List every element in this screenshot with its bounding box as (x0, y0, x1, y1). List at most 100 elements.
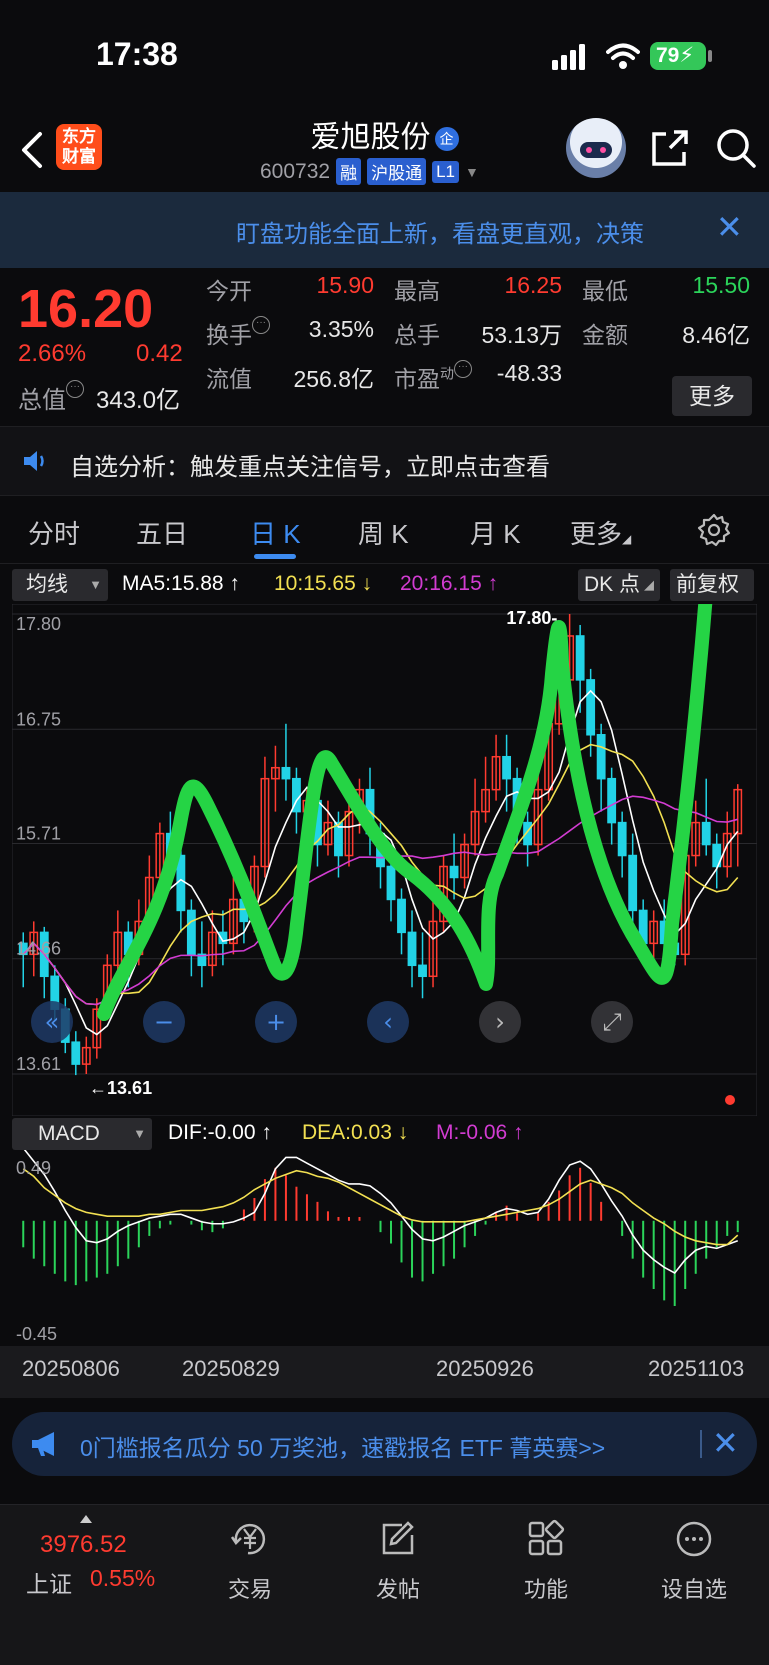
pe-dynamic-sup: 动 (440, 365, 454, 382)
stock-code-row[interactable]: 600732 融 沪股通 L1 ▼ (260, 158, 479, 185)
candle-body (607, 777, 617, 824)
enterprise-badge: 企 (434, 127, 459, 152)
bottom-toolbar: 3976.52 上证 0.55% 交易 发帖 功能 设自选 (0, 1504, 769, 1665)
tag-level: L1 (432, 160, 459, 183)
quote-panel: 16.20 2.66% 0.42 总值··· 343.0亿 今开 15.90 最… (0, 268, 769, 418)
robot-assistant-icon[interactable] (566, 118, 626, 178)
dk-point-label: DK 点 (584, 573, 641, 596)
candle-body (407, 931, 417, 967)
macd-select-label: MACD (38, 1122, 100, 1145)
index-ticker[interactable]: 3976.52 上证 0.55% (0, 1505, 170, 1615)
max-price-label: 17.80- (506, 608, 557, 628)
open-value: 15.90 (316, 272, 374, 298)
adjust-button[interactable]: 前复权 (670, 569, 754, 601)
pe-value: -48.33 (496, 360, 562, 386)
high-value: 16.25 (504, 272, 562, 298)
gear-icon[interactable] (696, 512, 732, 548)
cellular-signal-icon (552, 44, 585, 70)
dif-value: DIF:-0.00 ↑ (168, 1121, 272, 1144)
promo-close-icon[interactable]: ✕ (712, 1424, 739, 1462)
tab-more[interactable]: 更多◢ (570, 514, 631, 551)
ma-select-label: 均线 (26, 573, 68, 596)
candle-body (71, 1041, 81, 1065)
info-icon[interactable]: ··· (252, 316, 270, 334)
functions-button[interactable]: 功能 (486, 1519, 606, 1604)
macd-top-tick: 0.49 (16, 1158, 51, 1178)
y-tick-label: 16.75 (16, 709, 61, 729)
candle-body (176, 854, 186, 912)
post-button[interactable]: 发帖 (338, 1519, 458, 1604)
info-icon[interactable]: ··· (454, 360, 472, 378)
macd-bottom-tick: -0.45 (16, 1324, 57, 1344)
wifi-icon (606, 43, 640, 69)
tab-five-day[interactable]: 五日 (136, 514, 188, 551)
more-dots-icon (676, 1521, 712, 1557)
dropdown-caret-icon: ▼ (89, 577, 102, 592)
next-icon-glyph: › (495, 1008, 505, 1036)
tab-weekly-k[interactable]: 周 K (358, 514, 409, 551)
battery-level: 79 (656, 44, 680, 67)
date-label: 20251103 (648, 1356, 745, 1381)
date-label: 20250829 (182, 1356, 280, 1381)
macd-chart[interactable]: 0.49 -0.45 (12, 1150, 757, 1346)
add-watchlist-label: 设自选 (660, 1577, 727, 1602)
macd-select[interactable]: MACD ▼ (12, 1118, 152, 1150)
pe-label: 市盈动 ··· (394, 360, 472, 394)
tab-monthly-k[interactable]: 月 K (470, 514, 521, 551)
kline-chart[interactable]: 17.80 16.75 15.71 14.66 13.61 17.80- ←13.61 «… (12, 604, 757, 1116)
tag-margin: 融 (336, 158, 362, 185)
analysis-text: 自选分析：触发重点关注信号，立即点击查看 (70, 454, 550, 481)
trade-button[interactable]: 交易 (190, 1519, 310, 1604)
amount-value: 8.46亿 (682, 322, 750, 348)
period-tabs: 分时 五日 日 K 周 K 月 K 更多◢ (0, 500, 769, 564)
candle-body (186, 909, 196, 956)
status-bar: 17:38 79⚡ (0, 0, 769, 110)
live-dot (725, 1095, 735, 1105)
macd-histogram (22, 1167, 739, 1306)
search-icon[interactable] (714, 126, 758, 170)
divider (700, 1430, 702, 1458)
market-cap-label-text: 总值 (18, 387, 66, 414)
more-button[interactable]: 更多 (672, 376, 752, 416)
turnover-label-text: 换手 (206, 322, 252, 348)
last-price: 16.20 (18, 279, 154, 339)
prev-icon-glyph: ‹ (383, 1008, 393, 1036)
chart-controls: « − + ‹ › ⤢ (31, 1001, 633, 1043)
candle-body (575, 635, 585, 681)
date-axis: 20250806 20250829 20250926 20251103 (0, 1346, 769, 1398)
amount-label: 金额 (582, 322, 628, 348)
add-watchlist-button[interactable]: 设自选 (634, 1519, 754, 1604)
ma-select[interactable]: 均线 ▼ (12, 569, 108, 601)
chevron-down-icon: ▼ (465, 163, 479, 180)
ma5-value: MA5:15.88 ↑ (122, 572, 240, 595)
y-tick-label: 14.66 (16, 939, 61, 959)
info-icon[interactable]: ··· (66, 380, 84, 398)
tab-daily-k[interactable]: 日 K (250, 514, 301, 551)
edit-icon (382, 1521, 414, 1555)
turnover-value: 3.35% (308, 316, 374, 342)
float-cap-value: 256.8亿 (293, 366, 374, 392)
tab-intraday[interactable]: 分时 (28, 514, 80, 551)
tag-connect: 沪股通 (367, 158, 427, 185)
open-label: 今开 (206, 278, 252, 304)
banner-close-icon[interactable]: ✕ (716, 211, 746, 243)
high-label: 最高 (394, 278, 440, 304)
promo-banner[interactable]: 0门槛报名瓜分 50 万奖池，速戳报名 ETF 菁英赛>> ✕ (12, 1412, 757, 1476)
low-value: 15.50 (692, 272, 750, 298)
dropdown-caret-icon: ▼ (133, 1126, 146, 1141)
functions-label: 功能 (523, 1577, 568, 1602)
candle-body (628, 854, 638, 912)
date-label: 20250926 (436, 1356, 534, 1381)
float-cap-label: 流值 (206, 366, 252, 392)
candle-body (502, 755, 512, 780)
stock-header: 东方 财富 爱旭股份企 600732 融 沪股通 L1 ▼ (0, 110, 769, 190)
candle-body (617, 821, 627, 857)
volume-label: 总手 (394, 322, 440, 348)
share-icon[interactable] (648, 126, 692, 170)
dif-line (23, 1150, 739, 1275)
ma-indicator-row: 均线 ▼ MA5:15.88 ↑ 10:15.65 ↓ 20:16.15 ↑ DK… (0, 566, 769, 604)
analysis-strip[interactable]: 自选分析：触发重点关注信号，立即点击查看 (0, 426, 769, 496)
change-percent: 2.66% (18, 340, 87, 367)
dk-point-button[interactable]: DK 点 ◢ (578, 569, 660, 601)
feature-banner[interactable]: 盯盘功能全面上新，看盘更直观，决策 ✕ (0, 192, 769, 268)
